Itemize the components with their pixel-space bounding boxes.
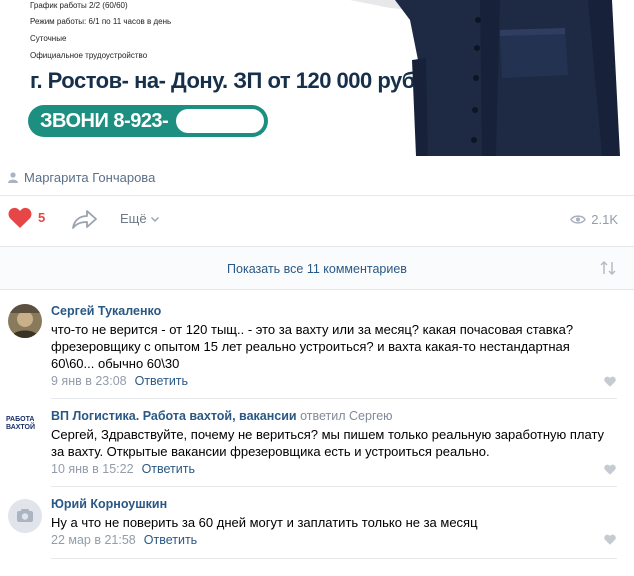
views-counter: 2.1K xyxy=(570,212,618,227)
comment-author-name[interactable]: Сергей Тукаленко xyxy=(51,304,161,318)
banner-official: Официальное трудоустройство xyxy=(30,51,148,60)
comment-date[interactable]: 9 янв в 23:08 xyxy=(51,374,127,388)
banner-mode: Режим работы: 6/1 по 11 часов в день xyxy=(30,17,172,26)
worker-jacket-image xyxy=(350,0,620,156)
post-author-name[interactable]: Маргарита Гончарова xyxy=(24,170,155,185)
post-author[interactable]: Маргарита Гончарова xyxy=(8,170,155,185)
avatar[interactable] xyxy=(8,499,42,533)
reply-button[interactable]: Ответить xyxy=(135,374,188,388)
divider xyxy=(51,558,617,559)
comment-date[interactable]: 22 мар в 21:58 xyxy=(51,533,136,547)
heart-icon[interactable] xyxy=(604,534,616,545)
comment-meta: 9 янв в 23:08 Ответить xyxy=(51,374,611,388)
comment-body: Сергей Тукаленко что-то не верится - от … xyxy=(51,304,611,388)
comment-text: Сергей, Здравствуйте, почему не вериться… xyxy=(51,427,605,459)
banner-phone-mask xyxy=(176,109,264,133)
comments-header: Показать все 11 комментариев xyxy=(0,246,634,290)
comment-meta: 10 янв в 15:22 Ответить xyxy=(51,462,611,476)
banner-call-text: ЗВОНИ 8-923- xyxy=(40,110,169,132)
avatar[interactable]: РАБОТА ВАХТОЙ xyxy=(6,412,46,442)
comment-author-name[interactable]: ВП Логистика. Работа вахтой, вакансии xyxy=(51,409,297,423)
heart-icon[interactable] xyxy=(604,464,616,475)
heart-icon xyxy=(8,207,32,228)
avatar[interactable] xyxy=(8,304,42,338)
comment-date[interactable]: 10 янв в 15:22 xyxy=(51,462,134,476)
reply-button[interactable]: Ответить xyxy=(142,462,195,476)
comment-text: Ну а что не поверить за 60 дней могут и … xyxy=(51,515,478,530)
comment-body: Юрий Корноушкин Ну а что не поверить за … xyxy=(51,497,611,547)
comment-text: что-то не верится - от 120 тыщ.. - это з… xyxy=(51,322,574,371)
comment-meta: 22 мар в 21:58 Ответить xyxy=(51,533,611,547)
reply-button[interactable]: Ответить xyxy=(144,533,197,547)
show-all-comments-link[interactable]: Показать все 11 комментариев xyxy=(0,262,634,276)
comment-author[interactable]: Юрий Корноушкин xyxy=(51,497,611,511)
avatar-logo-text: РАБОТА ВАХТОЙ xyxy=(6,416,36,431)
divider xyxy=(0,195,634,196)
chevron-down-icon xyxy=(150,216,159,222)
banner-daily: Суточные xyxy=(30,34,67,43)
user-icon xyxy=(8,172,18,183)
views-count: 2.1K xyxy=(591,212,618,227)
like-count: 5 xyxy=(38,210,46,225)
share-icon[interactable] xyxy=(72,209,98,229)
comment-author[interactable]: ВП Логистика. Работа вахтой, вакансии от… xyxy=(51,409,611,423)
comment-author[interactable]: Сергей Тукаленко xyxy=(51,304,611,318)
more-button[interactable]: Ещё xyxy=(120,211,160,226)
heart-icon[interactable] xyxy=(604,376,616,387)
eye-icon xyxy=(570,215,587,224)
banner-schedule: График работы 2/2 (60/60) xyxy=(30,1,128,10)
comment-author-name[interactable]: Юрий Корноушкин xyxy=(51,497,167,511)
divider xyxy=(51,398,617,399)
comment-body: ВП Логистика. Работа вахтой, вакансии от… xyxy=(51,409,611,476)
like-button[interactable]: 5 xyxy=(8,207,45,228)
more-label: Ещё xyxy=(120,211,147,226)
banner-call-button: ЗВОНИ 8-923- xyxy=(28,105,268,137)
post-actions: 5 Ещё 2.1K xyxy=(8,207,626,233)
comment-replied-to[interactable]: ответил Сергею xyxy=(300,409,392,423)
divider xyxy=(51,486,617,487)
sort-icon[interactable] xyxy=(600,261,616,275)
ad-banner[interactable]: График работы 2/2 (60/60) Режим работы: … xyxy=(0,0,634,156)
